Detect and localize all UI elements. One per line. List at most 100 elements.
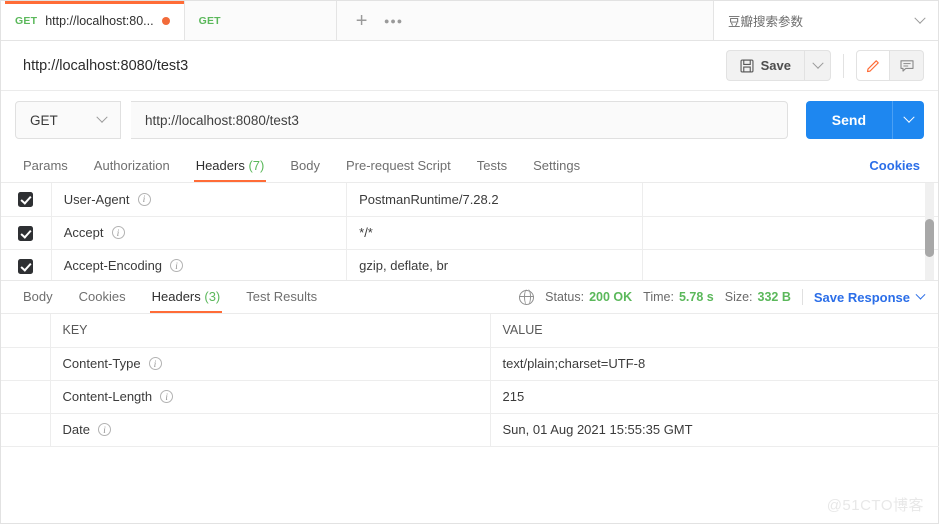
size-label: Size: [724, 290, 753, 304]
tab-body[interactable]: Body [277, 158, 333, 182]
watermark: @51CTO博客 [826, 497, 924, 514]
request-name: http://localhost:8080/test3 [23, 57, 189, 74]
tab-headers[interactable]: Headers (7) [183, 158, 278, 182]
row-checkbox[interactable] [18, 258, 34, 274]
size-value: 332 B [757, 290, 791, 304]
tab-tests[interactable]: Tests [464, 158, 520, 182]
response-header-key: Date [62, 422, 90, 437]
response-tab-cookies-label: Cookies [78, 289, 126, 304]
save-button[interactable]: Save [725, 50, 804, 81]
save-response-button[interactable]: Save Response [814, 289, 926, 305]
tab-pre-request-script[interactable]: Pre-request Script [333, 158, 464, 182]
postman-window: GET http://localhost:80... GET + ●●● 豆瓣搜… [0, 0, 939, 524]
response-tab-headers[interactable]: Headers (3) [139, 289, 234, 313]
new-tab-button[interactable]: + [347, 6, 377, 36]
comment-icon [899, 59, 914, 72]
tab-settings-label: Settings [533, 158, 581, 173]
globe-icon [518, 289, 535, 305]
chevron-down-icon [811, 57, 824, 69]
method-selector[interactable]: GET [15, 101, 121, 139]
ellipsis-icon: ●●● [383, 15, 404, 26]
info-icon[interactable]: i [170, 259, 184, 272]
tab-method-label-2: GET [198, 14, 221, 27]
table-header-row: KEY VALUE [1, 314, 939, 348]
header-value[interactable]: PostmanRuntime/7.28.2 [346, 183, 643, 217]
info-icon[interactable]: i [160, 390, 174, 403]
tab-params-label: Params [23, 158, 68, 173]
chevron-down-icon [914, 12, 926, 24]
table-row[interactable]: Accept i */* [1, 216, 938, 250]
request-headers-table-wrapper: User-Agent i PostmanRuntime/7.28.2 Accep… [1, 183, 938, 281]
header-value[interactable]: */* [346, 216, 643, 250]
tabstrip-actions: + ●●● [336, 1, 714, 40]
divider [801, 289, 803, 305]
send-button[interactable]: Send [805, 101, 892, 139]
request-tab-second[interactable]: GET [184, 1, 337, 40]
tab-authorization-label: Authorization [93, 158, 170, 173]
tab-params[interactable]: Params [15, 158, 81, 182]
tab-more-button[interactable]: ●●● [379, 6, 409, 36]
response-tab-test-results[interactable]: Test Results [233, 289, 330, 313]
info-icon[interactable]: i [97, 423, 111, 436]
header-description[interactable] [642, 183, 938, 217]
response-tab-cookies[interactable]: Cookies [66, 289, 139, 313]
header-value[interactable]: gzip, deflate, br [346, 249, 643, 280]
tab-settings[interactable]: Settings [520, 158, 593, 182]
table-row[interactable]: Content-Type i text/plain;charset=UTF-8 [1, 347, 939, 381]
response-bar: Body Cookies Headers (3) Test Results St… [1, 281, 938, 314]
comment-button[interactable] [890, 50, 924, 81]
request-headers-table: User-Agent i PostmanRuntime/7.28.2 Accep… [1, 183, 938, 280]
plus-icon: + [355, 9, 368, 32]
tab-authorization[interactable]: Authorization [81, 158, 183, 182]
pencil-icon [866, 60, 879, 73]
info-icon[interactable]: i [148, 357, 162, 370]
unsaved-dot-icon [161, 16, 170, 25]
row-checkbox[interactable] [18, 225, 34, 241]
tab-pre-request-script-label: Pre-request Script [345, 158, 451, 173]
chevron-down-icon [96, 111, 108, 123]
url-input[interactable]: http://localhost:8080/test3 [131, 101, 788, 139]
edit-request-button[interactable] [856, 50, 890, 81]
response-header-value: Sun, 01 Aug 2021 15:55:35 GMT [490, 413, 939, 447]
url-value: http://localhost:8080/test3 [145, 112, 299, 128]
response-header-value: 215 [490, 380, 939, 414]
table-row[interactable]: Content-Length i 215 [1, 380, 939, 414]
environment-label: 豆瓣搜索参数 [728, 15, 804, 29]
tab-method-label: GET [15, 14, 38, 27]
response-status-area: Status: 200 OK Time: 5.78 s Size: 332 B … [518, 289, 926, 313]
headers-scrollbar-thumb[interactable] [925, 219, 934, 257]
response-headers-table: KEY VALUE Content-Type i text/plain;char… [1, 314, 939, 447]
header-description[interactable] [642, 216, 938, 250]
environment-selector[interactable]: 豆瓣搜索参数 [714, 1, 938, 40]
column-header-value: VALUE [490, 314, 939, 348]
response-header-value: text/plain;charset=UTF-8 [490, 347, 939, 381]
response-header-key: Content-Type [62, 356, 141, 371]
send-options-button[interactable] [892, 101, 924, 139]
tab-title-label: http://localhost:80... [45, 13, 154, 28]
info-icon[interactable]: i [111, 226, 125, 239]
response-tab-body-label: Body [23, 289, 53, 304]
cookies-link[interactable]: Cookies [869, 158, 924, 182]
headers-scrollbar[interactable] [925, 183, 934, 280]
info-icon[interactable]: i [137, 192, 151, 206]
table-row[interactable]: Date i Sun, 01 Aug 2021 15:55:35 GMT [1, 413, 939, 447]
status-value: 200 OK [589, 290, 633, 304]
response-header-key: Content-Length [62, 389, 153, 404]
response-tab-body[interactable]: Body [15, 289, 66, 313]
table-row[interactable]: Accept-Encoding i gzip, deflate, br [1, 249, 938, 280]
save-options-button[interactable] [804, 50, 831, 81]
header-key: Accept-Encoding [63, 258, 163, 273]
request-tab-active[interactable]: GET http://localhost:80... [1, 1, 185, 40]
divider [843, 53, 844, 78]
tab-headers-label: Headers [195, 158, 245, 173]
request-tab-strip: GET http://localhost:80... GET + ●●● 豆瓣搜… [1, 1, 938, 41]
method-label: GET [30, 112, 58, 128]
chevron-down-icon [902, 111, 915, 123]
table-row[interactable]: User-Agent i PostmanRuntime/7.28.2 [1, 183, 938, 217]
floppy-disk-icon [740, 58, 754, 73]
tab-headers-count: (7) [248, 158, 265, 173]
header-description[interactable] [642, 249, 938, 280]
tab-tests-label: Tests [476, 158, 508, 173]
row-checkbox[interactable] [18, 192, 34, 208]
request-title-bar: http://localhost:8080/test3 Save [1, 41, 938, 91]
